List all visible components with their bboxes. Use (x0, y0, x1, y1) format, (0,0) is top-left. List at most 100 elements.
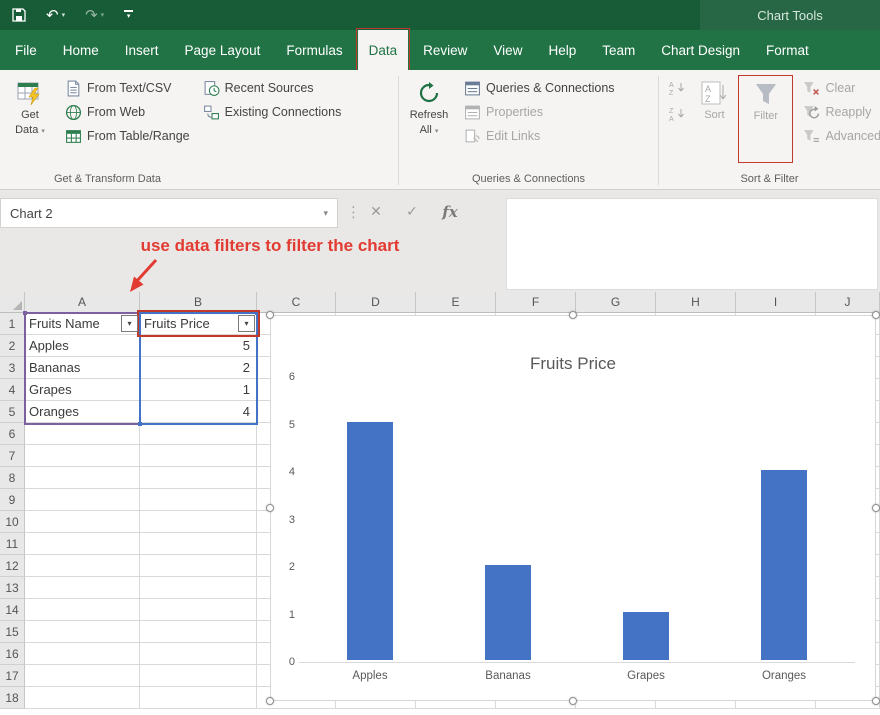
chart-selection-handle-bottom-mid[interactable] (569, 697, 577, 705)
cell-B3[interactable]: 2 (140, 357, 257, 379)
column-header-C[interactable]: C (257, 292, 336, 312)
cell-A8[interactable] (25, 467, 140, 489)
embedded-chart[interactable]: Fruits Price 0123456 ApplesBananasGrapes… (270, 315, 876, 701)
cell-A7[interactable] (25, 445, 140, 467)
cell-B11[interactable] (140, 533, 257, 555)
cell-B13[interactable] (140, 577, 257, 599)
row-header-5[interactable]: 5 (0, 401, 25, 423)
row-header-16[interactable]: 16 (0, 643, 25, 665)
column-header-H[interactable]: H (656, 292, 736, 312)
edit-links-button[interactable]: Edit Links (461, 125, 618, 147)
cell-B4[interactable]: 1 (140, 379, 257, 401)
tab-view[interactable]: View (482, 30, 533, 70)
cell-A11[interactable] (25, 533, 140, 555)
tab-insert[interactable]: Insert (114, 30, 170, 70)
row-header-13[interactable]: 13 (0, 577, 25, 599)
row-header-1[interactable]: 1 (0, 313, 25, 335)
cell-A17[interactable] (25, 665, 140, 687)
redo-dropdown-icon[interactable]: ▾ (101, 12, 105, 19)
redo-button[interactable]: ↷ ▾ (85, 8, 104, 23)
cell-A2[interactable]: Apples (25, 335, 140, 357)
chart-selection-handle-top-mid[interactable] (569, 311, 577, 319)
cell-B2[interactable]: 5 (140, 335, 257, 357)
cell-B18[interactable] (140, 687, 257, 709)
column-header-I[interactable]: I (736, 292, 816, 312)
cell-A10[interactable] (25, 511, 140, 533)
chart-selection-handle-mid-left[interactable] (266, 504, 274, 512)
get-data-button[interactable]: Get Data ▾ (5, 75, 55, 163)
properties-button[interactable]: Properties (461, 101, 618, 123)
cell-B8[interactable] (140, 467, 257, 489)
row-header-7[interactable]: 7 (0, 445, 25, 467)
row-header-9[interactable]: 9 (0, 489, 25, 511)
row-header-2[interactable]: 2 (0, 335, 25, 357)
sort-z-a-button[interactable]: ZA (666, 105, 688, 123)
column-header-F[interactable]: F (496, 292, 576, 312)
row-header-14[interactable]: 14 (0, 599, 25, 621)
chart-selection-handle-top-left[interactable] (266, 311, 274, 319)
cell-A6[interactable] (25, 423, 140, 445)
existing-connections-button[interactable]: Existing Connections (200, 101, 345, 123)
tab-page-layout[interactable]: Page Layout (174, 30, 272, 70)
row-header-3[interactable]: 3 (0, 357, 25, 379)
refresh-all-button[interactable]: Refresh All ▾ (404, 75, 454, 163)
undo-dropdown-icon[interactable]: ▾ (62, 12, 66, 19)
tab-review[interactable]: Review (412, 30, 478, 70)
row-header-18[interactable]: 18 (0, 687, 25, 709)
sort-button[interactable]: AZ Sort (691, 75, 739, 163)
tab-home[interactable]: Home (52, 30, 110, 70)
cell-B6[interactable] (140, 423, 257, 445)
cell-A5[interactable]: Oranges (25, 401, 140, 423)
formula-input[interactable] (506, 198, 878, 290)
tab-help[interactable]: Help (537, 30, 587, 70)
tab-data[interactable]: Data (358, 30, 409, 70)
select-all-corner[interactable] (0, 292, 25, 312)
row-header-6[interactable]: 6 (0, 423, 25, 445)
tab-team[interactable]: Team (591, 30, 646, 70)
tab-file[interactable]: File (4, 30, 48, 70)
a1-filter-dropdown-button[interactable]: ▾ (121, 315, 138, 332)
bar-grapes[interactable] (623, 612, 669, 660)
cell-A9[interactable] (25, 489, 140, 511)
tab-chart-design[interactable]: Chart Design (650, 30, 751, 70)
from-table-range-button[interactable]: From Table/Range (62, 125, 193, 147)
chart-selection-handle-mid-right[interactable] (872, 504, 880, 512)
row-header-17[interactable]: 17 (0, 665, 25, 687)
from-text-csv-button[interactable]: From Text/CSV (62, 77, 193, 99)
cell-B17[interactable] (140, 665, 257, 687)
cell-A14[interactable] (25, 599, 140, 621)
filter-button[interactable]: Filter (738, 75, 793, 163)
chart-selection-handle-top-right[interactable] (872, 311, 880, 319)
row-header-11[interactable]: 11 (0, 533, 25, 555)
cell-B12[interactable] (140, 555, 257, 577)
b1-filter-dropdown-button[interactable]: ▾ (238, 315, 255, 332)
cell-A4[interactable]: Grapes (25, 379, 140, 401)
recent-sources-button[interactable]: Recent Sources (200, 77, 345, 99)
column-header-G[interactable]: G (576, 292, 656, 312)
chart-selection-handle-bottom-right[interactable] (872, 697, 880, 705)
cell-B5[interactable]: 4 (140, 401, 257, 423)
cell-B7[interactable] (140, 445, 257, 467)
bar-bananas[interactable] (485, 565, 531, 660)
cell-B15[interactable] (140, 621, 257, 643)
bar-apples[interactable] (347, 422, 393, 660)
reapply-filter-button[interactable]: Reapply (800, 101, 880, 123)
enter-button[interactable]: ✓ (398, 203, 426, 220)
name-box-dropdown-icon[interactable]: ▾ (323, 208, 328, 219)
cell-B9[interactable] (140, 489, 257, 511)
name-box[interactable]: Chart 2 ▾ (0, 198, 338, 228)
cancel-button[interactable]: ✕ (362, 203, 390, 220)
tab-formulas[interactable]: Formulas (275, 30, 353, 70)
cell-A16[interactable] (25, 643, 140, 665)
sort-a-z-button[interactable]: AZ (666, 79, 688, 97)
tab-format[interactable]: Format (755, 30, 820, 70)
row-header-10[interactable]: 10 (0, 511, 25, 533)
from-web-button[interactable]: From Web (62, 101, 193, 123)
cell-A12[interactable] (25, 555, 140, 577)
cell-B16[interactable] (140, 643, 257, 665)
cell-A13[interactable] (25, 577, 140, 599)
row-header-4[interactable]: 4 (0, 379, 25, 401)
cell-A15[interactable] (25, 621, 140, 643)
save-button[interactable] (12, 8, 26, 22)
column-header-E[interactable]: E (416, 292, 496, 312)
